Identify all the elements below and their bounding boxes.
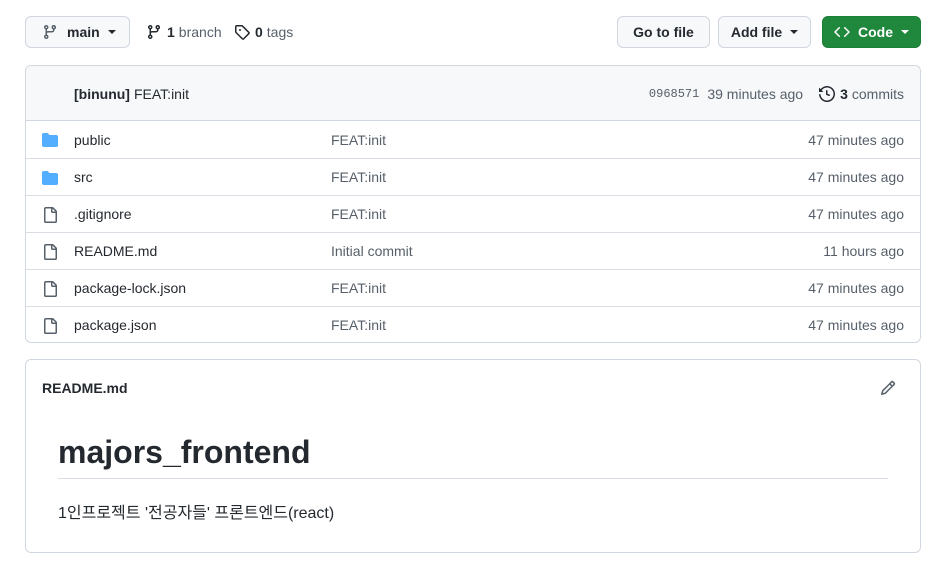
commit-count: 3 [840,85,848,102]
commits-history-link[interactable]: 3 commits [819,86,904,102]
folder-icon [42,133,58,147]
file-name[interactable]: README.md [74,243,157,259]
file-commit-age: 47 minutes ago [808,169,904,185]
file-commit-age: 47 minutes ago [808,206,904,222]
caret-down-icon [107,30,116,34]
file-name[interactable]: package-lock.json [74,280,186,296]
caret-down-icon [790,30,799,34]
file-browser: [binunu] FEAT:init 0968571 39 minutes ag… [25,65,921,343]
add-file-label: Add file [730,24,783,40]
go-to-file-label: Go to file [633,24,694,40]
git-branch-icon [147,25,160,40]
file-commit-age: 47 minutes ago [808,317,904,333]
tags-link[interactable]: 0 tags [234,16,293,48]
code-label: Code [858,24,893,40]
file-name[interactable]: public [74,132,111,148]
file-row[interactable]: src FEAT:init 47 minutes ago [26,158,920,195]
add-file-button[interactable]: Add file [718,16,811,48]
file-row[interactable]: public FEAT:init 47 minutes ago [26,121,920,158]
history-icon [819,85,836,102]
file-row[interactable]: package.json FEAT:init 47 minutes ago [26,306,920,342]
repo-toolbar: main 1 branch 0 tags Go to file Add file… [25,16,921,50]
file-row[interactable]: README.md Initial commit 11 hours ago [26,232,920,269]
file-name[interactable]: .gitignore [74,206,132,222]
readme-panel: README.md majors_frontend 1인프로젝트 '전공자들' … [25,359,921,553]
pencil-icon[interactable] [880,380,896,396]
file-commit-message[interactable]: FEAT:init [331,132,386,148]
file-row[interactable]: .gitignore FEAT:init 47 minutes ago [26,195,920,232]
file-commit-age: 47 minutes ago [808,131,904,148]
file-commit-message[interactable]: FEAT:init [331,169,386,185]
file-icon [44,318,57,334]
commit-hash[interactable]: 0968571 [649,87,699,101]
readme-body: 1인프로젝트 '전공자들' 프론트엔드(react) [58,505,335,522]
file-commit-age: 11 hours ago [823,243,904,259]
file-commit-message[interactable]: FEAT:init [331,206,386,222]
branch-count: 1 [167,24,175,40]
branches-link[interactable]: 1 branch [146,16,222,48]
file-commit-message[interactable]: FEAT:init [331,317,386,333]
tag-label: tags [266,24,294,40]
file-name[interactable]: src [74,169,93,185]
readme-heading: majors_frontend [58,434,888,479]
file-commit-message[interactable]: FEAT:init [331,280,386,296]
commit-time: 39 minutes ago [707,85,804,102]
tag-count: 0 [255,24,263,40]
git-branch-icon [43,25,56,40]
file-list: public FEAT:init 47 minutes ago src FEAT… [26,121,920,342]
latest-commit-bar: [binunu] FEAT:init 0968571 39 minutes ag… [26,66,920,121]
caret-down-icon [901,30,909,34]
readme-filename[interactable]: README.md [42,360,128,416]
commit-author[interactable]: [binunu] [74,86,130,102]
file-name[interactable]: package.json [74,317,157,333]
file-row[interactable]: package-lock.json FEAT:init 47 minutes a… [26,269,920,306]
file-icon [44,244,57,260]
commit-title[interactable]: FEAT:init [134,86,189,102]
file-icon [44,207,57,223]
branch-select-button[interactable]: main [25,16,130,48]
code-button[interactable]: Code [822,16,921,48]
branch-label: branch [178,24,222,40]
go-to-file-button[interactable]: Go to file [617,16,710,48]
file-commit-age: 47 minutes ago [808,280,904,296]
commit-count-label: commits [851,85,904,102]
code-icon [834,26,850,38]
commit-meta: 0968571 39 minutes ago 3 commits [649,66,904,121]
tag-icon [235,25,250,40]
file-icon [44,281,57,297]
branch-select-label: main [67,24,100,40]
folder-icon [42,171,58,185]
file-commit-message[interactable]: Initial commit [331,243,413,259]
latest-commit-message[interactable]: [binunu] FEAT:init [74,66,189,121]
